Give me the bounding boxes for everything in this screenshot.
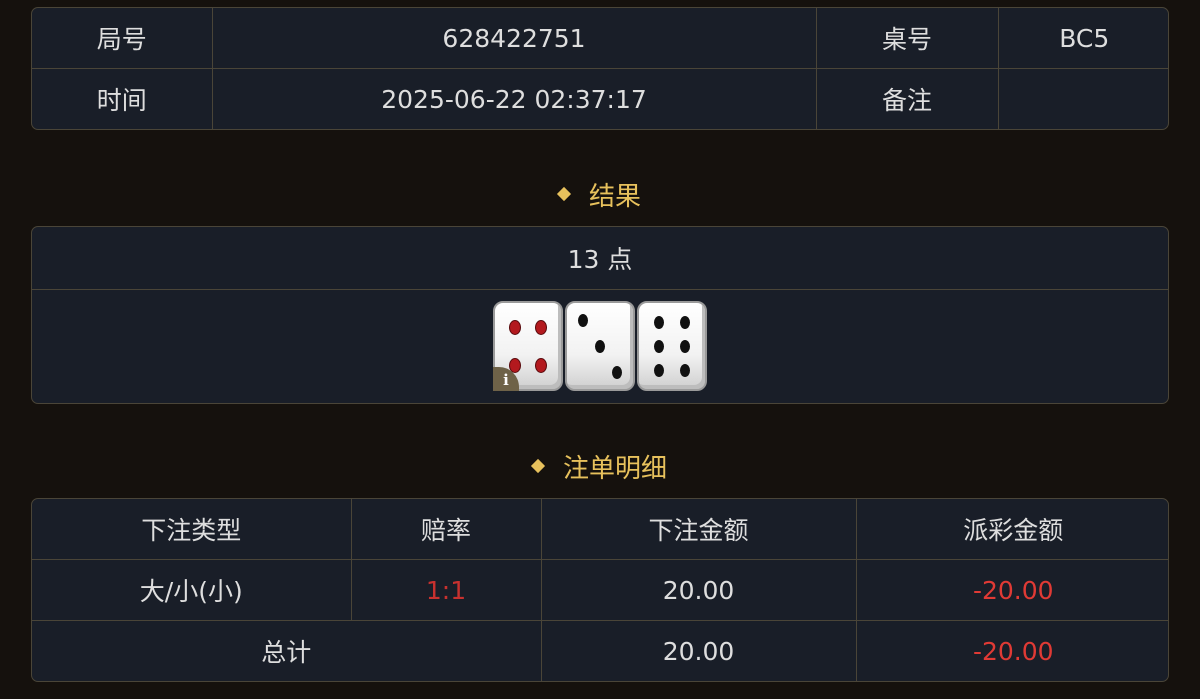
total-amount: 20.00 — [540, 620, 857, 681]
result-title-text: 结果 — [588, 182, 641, 212]
bet-amount-cell: 20.00 — [540, 559, 857, 621]
die-4-icon: i — [493, 301, 563, 391]
header-odds: 赔率 — [350, 499, 542, 560]
header-bet-type: 下注类型 — [32, 499, 352, 560]
bet-details-table: 下注类型 赔率 下注金额 派彩金额 大/小(小) 1:1 20.00 -20.0… — [32, 499, 1168, 681]
bet-details-title-text: 注单明细 — [562, 454, 667, 484]
table-number-value: BC5 — [997, 8, 1168, 69]
header-payout: 派彩金额 — [855, 499, 1168, 560]
diamond-icon — [556, 186, 572, 201]
round-info-panel: 局号 628422751 桌号 BC5 时间 2025-06-22 02:37:… — [31, 7, 1169, 130]
die-pip — [653, 340, 664, 353]
die-pip — [612, 365, 623, 379]
die-pip — [536, 321, 547, 335]
die-pip — [577, 314, 588, 328]
die-pip — [536, 358, 547, 372]
round-info-table: 局号 628422751 桌号 BC5 时间 2025-06-22 02:37:… — [32, 8, 1168, 129]
die-6-icon — [637, 301, 707, 391]
round-info-row: 局号 628422751 桌号 BC5 — [32, 8, 1168, 69]
total-row: 总计 20.00 -20.00 — [32, 620, 1168, 681]
remark-label: 备注 — [815, 68, 999, 129]
points-row: 13 点 — [32, 227, 1168, 290]
die-pip — [595, 340, 605, 353]
round-number-value: 628422751 — [211, 8, 817, 69]
round-info-row: 时间 2025-06-22 02:37:17 备注 — [32, 68, 1168, 129]
die-pip — [680, 315, 691, 329]
bet-type-cell: 大/小(小) — [32, 559, 352, 621]
bet-details-section-title: 注单明细 — [0, 448, 1200, 485]
die-pip — [653, 315, 664, 329]
die-pip — [509, 321, 520, 335]
die-pip — [509, 358, 520, 372]
round-number-label: 局号 — [32, 8, 213, 69]
total-payout: -20.00 — [855, 620, 1168, 681]
remark-value — [997, 68, 1168, 129]
total-label: 总计 — [32, 620, 542, 681]
bet-details-panel: 下注类型 赔率 下注金额 派彩金额 大/小(小) 1:1 20.00 -20.0… — [31, 498, 1169, 682]
die-pip — [680, 340, 691, 353]
die-pip — [680, 364, 691, 378]
header-bet-amount: 下注金额 — [540, 499, 857, 560]
table-number-label: 桌号 — [815, 8, 999, 69]
diamond-icon — [530, 458, 546, 473]
points-text: 13 点 — [567, 245, 633, 274]
time-label: 时间 — [32, 68, 213, 129]
payout-cell: -20.00 — [855, 559, 1168, 621]
die-pip — [653, 364, 664, 378]
time-value: 2025-06-22 02:37:17 — [211, 68, 817, 129]
table-row: 大/小(小) 1:1 20.00 -20.00 — [32, 559, 1168, 621]
die-3-icon — [565, 301, 635, 391]
result-panel: 13 点 i — [31, 226, 1169, 404]
table-header-row: 下注类型 赔率 下注金额 派彩金额 — [32, 499, 1168, 560]
result-section-title: 结果 — [0, 176, 1200, 213]
dice-row[interactable]: i — [32, 290, 1168, 402]
odds-cell: 1:1 — [350, 559, 542, 621]
